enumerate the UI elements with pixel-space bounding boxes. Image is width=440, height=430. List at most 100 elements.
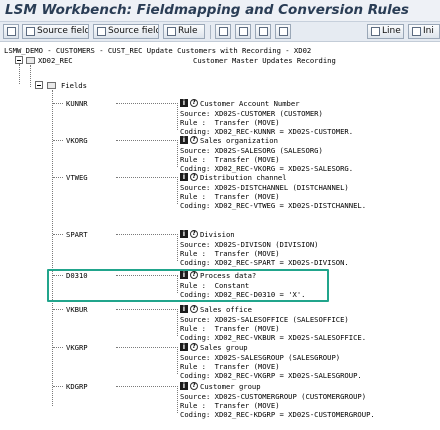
rule-button[interactable]: Rule [163,24,205,39]
field-rule-line: Rule : Transfer (MOVE) [180,249,280,258]
structure-name[interactable]: XD02_REC [38,56,73,65]
line-label: Line [382,26,401,36]
tree-connector [30,65,31,87]
rule-status-icon[interactable]: ? [190,230,198,238]
field-node-vkorg[interactable]: VKORG [62,136,116,145]
structure-description: Customer Master Updates Recording [193,56,336,65]
grid-icon [239,27,248,36]
info-icon[interactable]: i [180,173,188,181]
tree-connector [116,140,178,141]
field-name: KUNNR [66,99,88,108]
title-bar: LSM Workbench: Fieldmapping and Conversi… [0,0,440,22]
field-node-kunnr[interactable]: KUNNR [62,99,116,108]
field-name: VKGRP [66,343,88,352]
field-name: SPART [66,230,88,239]
line-icon [371,27,380,36]
info-icon[interactable]: i [180,343,188,351]
field-node-vkgrp[interactable]: VKGRP [62,343,116,352]
rule-label: Rule [178,26,198,36]
grid-button-3[interactable] [255,24,271,39]
source-field-icon [26,27,35,36]
init-label: Ini [423,26,434,36]
field-name: VKORG [66,136,88,145]
field-description: Customer Account Number [200,99,300,108]
structure-expand-toggle[interactable] [15,56,23,64]
tree-root-label: LSMW_DEMO - CUSTOMERS - CUST_REC Update … [4,46,312,55]
field-source-line: Source: XD02S-SALESORG (SALESORG) [180,146,323,155]
fields-label[interactable]: Fields [61,81,87,90]
grid-button-1[interactable] [215,24,231,39]
info-icon[interactable]: i [180,136,188,144]
field-description: Sales office [200,305,252,314]
field-rule-line: Rule : Transfer (MOVE) [180,401,280,410]
tree-connector [116,177,178,178]
rule-status-icon[interactable]: ? [190,173,198,181]
grid-icon [279,27,288,36]
source-field-button-2[interactable]: Source field [93,24,159,39]
field-source-line: Source: XD02S-CUSTOMERGROUP (CUSTOMERGRO… [180,392,367,401]
field-description: Sales organization [200,136,278,145]
folder-icon [26,57,35,64]
field-coding-line: Coding: XD02_REC-VTWEG = XD02S-DISTCHANN… [180,201,367,210]
tree-connector [116,309,178,310]
field-source-line: Source: XD02S-CUSTOMER (CUSTOMER) [180,109,323,118]
toolbar-separator [210,25,211,39]
field-rule-line: Rule : Transfer (MOVE) [180,362,280,371]
highlight-box [47,269,329,302]
field-node-vkbur[interactable]: VKBUR [62,305,116,314]
tree-connector [177,103,178,130]
field-coding-line: Coding: XD02_REC-KUNNR = XD02S-CUSTOMER. [180,127,354,136]
field-coding-line: Coding: XD02_REC-SPART = XD02S-DIVISON. [180,258,349,267]
field-rule-line: Rule : Transfer (MOVE) [180,192,280,201]
fields-expand-toggle[interactable] [35,81,43,89]
source-field-button-1[interactable]: Source field [22,24,89,39]
source-field-icon [97,27,106,36]
tree-connector [19,64,20,84]
field-source-line: Source: XD02S-SALESGROUP (SALESGROUP) [180,353,341,362]
init-button[interactable]: Ini [408,24,440,39]
field-node-vtweg[interactable]: VTWEG [62,173,116,182]
source-field-label-1: Source field [37,26,89,36]
rule-icon [167,27,176,36]
field-coding-line: Coding: XD02_REC-KDGRP = XD02S-CUSTOMERG… [180,410,375,419]
info-icon[interactable]: i [180,230,188,238]
info-icon[interactable]: i [180,382,188,390]
tree-connector [177,177,178,204]
line-button[interactable]: Line [367,24,404,39]
tree-connector [116,386,178,387]
field-description: Distribution channel [200,173,287,182]
rule-status-icon[interactable]: ? [190,343,198,351]
grid-button-4[interactable] [275,24,291,39]
rule-status-icon[interactable]: ? [190,99,198,107]
source-field-label-2: Source field [108,26,159,36]
field-name: VTWEG [66,173,88,182]
info-icon[interactable]: i [180,99,188,107]
field-coding-line: Coding: XD02_REC-VKBUR = XD02S-SALESOFFI… [180,333,367,342]
field-description: Division [200,230,235,239]
folder-icon [47,82,56,89]
tree-connector [52,90,53,406]
tree-connector [177,309,178,336]
tree-connector [177,140,178,167]
page-button[interactable] [3,24,19,39]
tree-connector [116,103,178,104]
init-icon [412,27,421,36]
field-node-spart[interactable]: SPART [62,230,116,239]
tree-connector [177,386,178,413]
tree-connector [177,347,178,374]
rule-status-icon[interactable]: ? [190,382,198,390]
field-rule-line: Rule : Transfer (MOVE) [180,118,280,127]
field-source-line: Source: XD02S-DIVISON (DIVISION) [180,240,319,249]
field-description: Sales group [200,343,248,352]
rule-status-icon[interactable]: ? [190,305,198,313]
info-icon[interactable]: i [180,305,188,313]
field-coding-line: Coding: XD02_REC-VKORG = XD02S-SALESORG. [180,164,354,173]
rule-status-icon[interactable]: ? [190,136,198,144]
field-rule-line: Rule : Transfer (MOVE) [180,324,280,333]
tree-connector [177,234,178,261]
grid-button-2[interactable] [235,24,251,39]
tree-connector [116,234,178,235]
field-node-kdgrp[interactable]: KDGRP [62,382,116,391]
mapping-tree: LSMW_DEMO - CUSTOMERS - CUST_REC Update … [0,43,440,430]
field-description: Customer group [200,382,261,391]
